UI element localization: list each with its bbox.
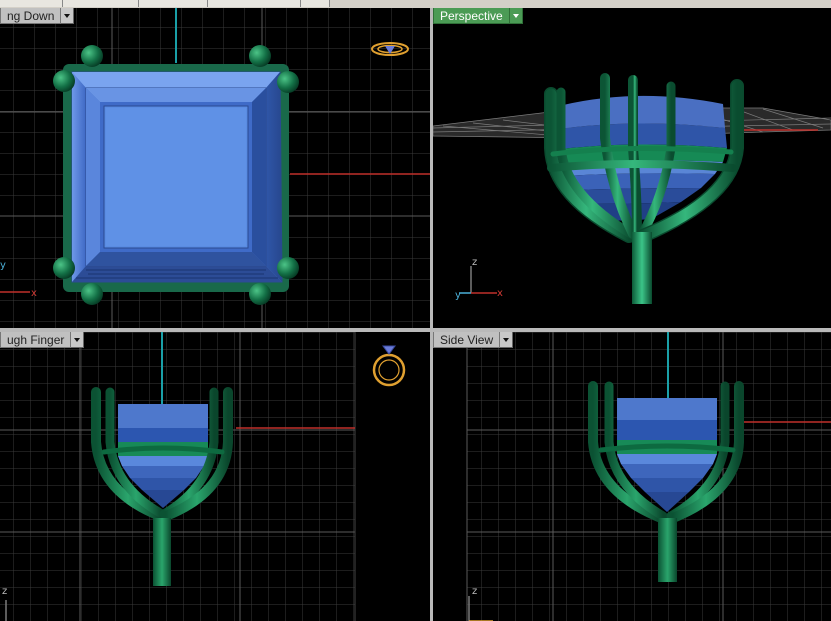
through-finger-canvas: z [0, 332, 406, 621]
toolbar-tab[interactable] [139, 0, 208, 7]
viewport-perspective[interactable]: z y x Perspective [433, 8, 831, 328]
x-axis-label: x [31, 288, 37, 299]
toolbar-tab[interactable] [208, 0, 301, 7]
viewport-dropdown-arrow-icon[interactable] [500, 332, 514, 348]
viewport-name: Side View [433, 332, 501, 348]
toolbar-tab[interactable] [63, 0, 139, 7]
top-toolbar-strip [0, 0, 831, 8]
viewport-label-looking-down[interactable]: ng Down [0, 8, 75, 24]
viewport-label-through-finger[interactable]: ugh Finger [0, 332, 85, 348]
viewport-name: ng Down [0, 8, 62, 24]
ring-shank-stem[interactable] [632, 232, 652, 304]
looking-down-canvas: y x [0, 8, 430, 328]
y-axis-label: y [0, 260, 6, 271]
viewport-dropdown-arrow-icon[interactable] [61, 8, 75, 24]
side-view-canvas: z [466, 332, 831, 621]
ring-shank-stem[interactable] [658, 518, 677, 582]
toolbar-tab[interactable] [301, 0, 330, 7]
viewport-name: ugh Finger [0, 332, 72, 348]
z-axis-label: z [2, 586, 7, 597]
viewport-looking-down[interactable]: y x ng Down [0, 8, 430, 328]
perspective-canvas: z y x [433, 73, 831, 304]
z-axis-label: z [472, 586, 477, 597]
z-axis-label: z [472, 257, 477, 268]
ring-shank-stem[interactable] [153, 518, 171, 586]
viewport-label-side-view[interactable]: Side View [433, 332, 514, 348]
ring-navigator-icon[interactable] [372, 345, 406, 387]
viewport-name: Perspective [433, 8, 510, 24]
viewport-label-perspective[interactable]: Perspective [433, 8, 523, 24]
toolbar-tab[interactable] [0, 0, 63, 7]
y-axis-label: y [455, 290, 461, 301]
viewport-dropdown-arrow-icon[interactable] [71, 332, 85, 348]
viewport-through-finger[interactable]: z ugh Finger [0, 332, 430, 621]
viewport-dropdown-arrow-icon[interactable] [509, 8, 523, 24]
ring-navigator-icon[interactable] [371, 42, 409, 56]
x-axis-label: x [497, 288, 503, 299]
gem-top-view[interactable] [63, 64, 289, 292]
viewport-side-view[interactable]: z Side View [433, 332, 831, 621]
